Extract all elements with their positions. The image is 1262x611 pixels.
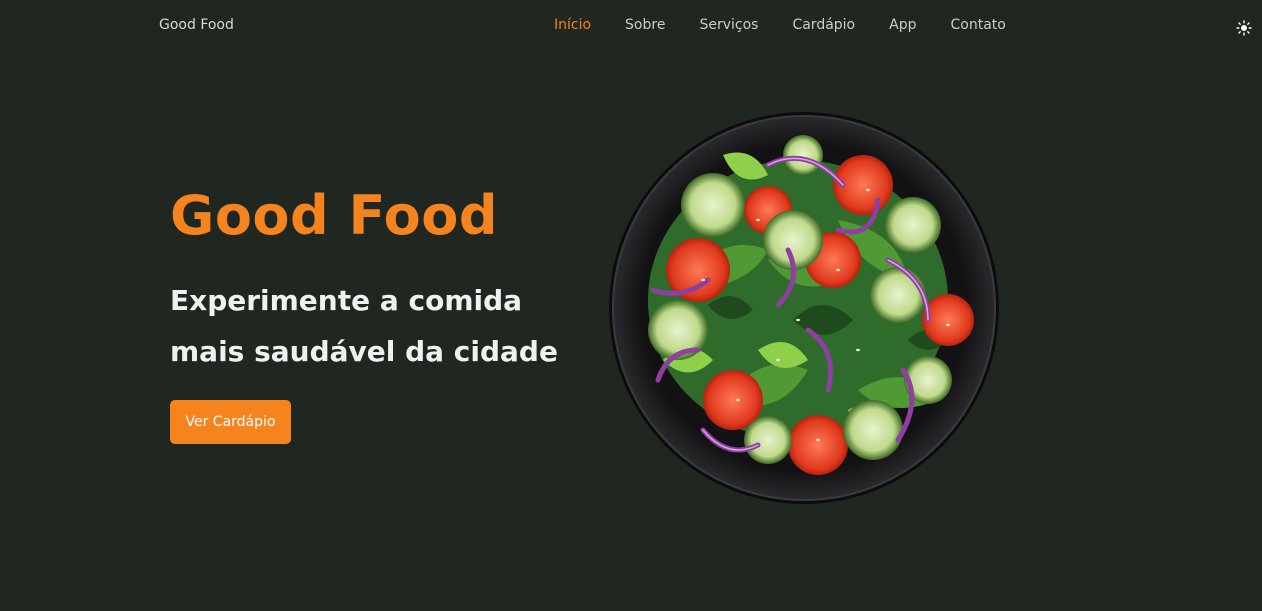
hero-subtitle-line-1: Experimente a comida [170, 284, 523, 317]
page: Good Food Início Sobre Serviços Cardápio… [0, 0, 1262, 611]
header: Good Food Início Sobre Serviços Cardápio… [0, 0, 1262, 52]
theme-toggle-button[interactable] [1236, 20, 1252, 36]
brand-logo[interactable]: Good Food [159, 17, 234, 33]
nav-item-cardapio[interactable]: Cardápio [792, 17, 855, 33]
hero-title: Good Food [170, 184, 499, 247]
nav-item-sobre[interactable]: Sobre [625, 17, 665, 33]
nav-item-servicos[interactable]: Serviços [699, 17, 758, 33]
nav-item-inicio[interactable]: Início [554, 17, 591, 33]
nav-item-contato[interactable]: Contato [950, 17, 1005, 33]
view-menu-button[interactable]: Ver Cardápio [170, 400, 291, 444]
hero-subtitle-line-2: mais saudável da cidade [170, 335, 558, 368]
hero-subtitle: Experimente a comida mais saudável da ci… [170, 275, 610, 377]
sun-icon [1236, 20, 1252, 36]
main-nav: Início Sobre Serviços Cardápio App Conta… [554, 17, 1040, 33]
salad-plate-image [609, 112, 999, 504]
nav-item-app[interactable]: App [889, 17, 916, 33]
